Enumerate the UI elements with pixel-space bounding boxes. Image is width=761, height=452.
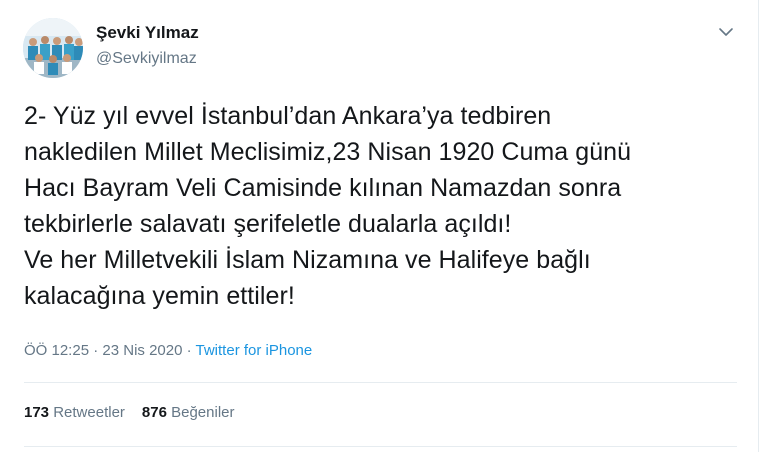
author-handle[interactable]: @Sevkiyilmaz — [96, 50, 197, 68]
tweet-stats: 173 Retweetler 876 Beğeniler — [24, 404, 235, 421]
retweets-count: 173 — [24, 404, 50, 421]
tweet-card: Şevki Yılmaz @Sevkiyilmaz 2- Yüz yıl evv… — [0, 0, 759, 452]
tweet-time[interactable]: ÖÖ 12:25 — [24, 342, 89, 359]
likes-stat[interactable]: 876 Beğeniler — [142, 404, 235, 421]
likes-label: Beğeniler — [171, 404, 235, 421]
avatar-image — [23, 18, 83, 78]
retweets-stat[interactable]: 173 Retweetler — [24, 404, 125, 421]
meta-separator: · — [89, 342, 103, 359]
author-name[interactable]: Şevki Yılmaz — [96, 23, 199, 43]
avatar[interactable] — [23, 18, 83, 78]
chevron-down-icon[interactable] — [716, 24, 736, 40]
divider — [24, 446, 737, 447]
tweet-text: 2- Yüz yıl evvel İstanbul’dan Ankara’ya … — [24, 102, 632, 310]
tweet-date[interactable]: 23 Nis 2020 — [102, 342, 182, 359]
tweet-source-link[interactable]: Twitter for iPhone — [196, 342, 313, 359]
tweet-meta: ÖÖ 12:25 · 23 Nis 2020 · Twitter for iPh… — [24, 342, 312, 359]
meta-separator: · — [182, 342, 196, 359]
divider — [24, 382, 737, 383]
likes-count: 876 — [141, 404, 167, 421]
retweets-label: Retweetler — [53, 404, 125, 421]
